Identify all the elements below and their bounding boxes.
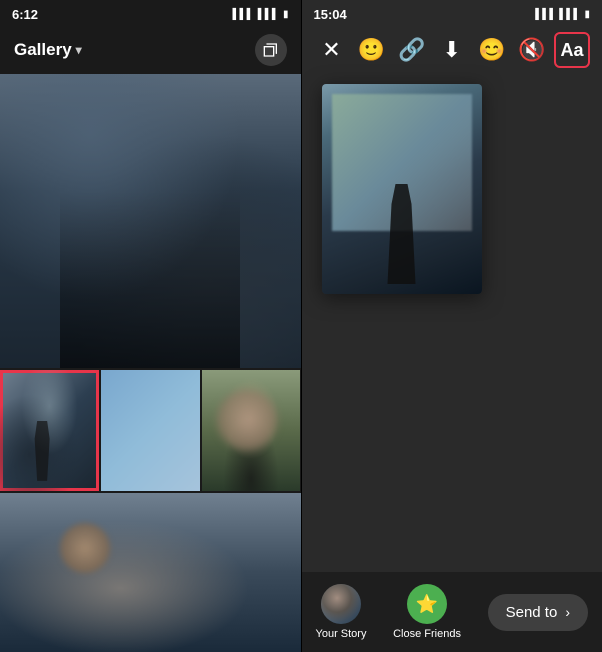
close-friends-option[interactable]: ⭐ Close Friends bbox=[393, 584, 461, 640]
emoji-sticker-button[interactable]: 🙂 bbox=[354, 32, 390, 68]
download-button[interactable]: ⬇ bbox=[434, 32, 470, 68]
gallery-title-button[interactable]: Gallery ▾ bbox=[14, 40, 82, 60]
link-icon: 🔗 bbox=[398, 37, 425, 63]
send-to-label: Send to bbox=[506, 604, 558, 621]
thumbnail-3[interactable] bbox=[202, 370, 301, 491]
your-story-avatar bbox=[321, 584, 361, 624]
right-panel: 15:04 ▌▌▌ ▌▌▌ ▮ ✕ 🙂 🔗 ⬇ 😊 🔇 Aa bbox=[302, 0, 602, 652]
photo-grid bbox=[0, 74, 301, 652]
status-time-left: 6:12 bbox=[12, 7, 38, 22]
signal-icon-1: ▌▌▌ bbox=[232, 9, 253, 20]
gallery-label: Gallery bbox=[14, 40, 72, 60]
story-canvas[interactable] bbox=[302, 74, 602, 572]
close-friends-label: Close Friends bbox=[393, 628, 461, 640]
status-icons-right: ▌▌▌ ▌▌▌ ▮ bbox=[535, 9, 590, 20]
signal-bars-right: ▌▌▌ ▌▌▌ bbox=[535, 9, 580, 20]
thumbnail-row-2 bbox=[0, 491, 301, 652]
person-silhouette bbox=[382, 184, 422, 284]
your-story-label: Your Story bbox=[316, 628, 367, 640]
status-bar-right: 15:04 ▌▌▌ ▌▌▌ ▮ bbox=[302, 0, 602, 26]
signal-icon-2: ▌▌▌ bbox=[258, 9, 279, 20]
your-story-option[interactable]: Your Story bbox=[316, 584, 367, 640]
close-icon: ✕ bbox=[322, 37, 340, 63]
gallery-header: Gallery ▾ bbox=[0, 26, 301, 74]
link-button[interactable]: 🔗 bbox=[394, 32, 430, 68]
multiple-select-button[interactable] bbox=[255, 34, 287, 66]
status-bar-left: 6:12 ▌▌▌ ▌▌▌ ▮ bbox=[0, 0, 301, 26]
thumbnail-row-1 bbox=[0, 368, 301, 491]
battery-icon: ▮ bbox=[283, 9, 289, 20]
thumbnail-1[interactable] bbox=[0, 370, 99, 491]
close-button[interactable]: ✕ bbox=[314, 32, 350, 68]
emoji-icon: 🙂 bbox=[358, 37, 385, 63]
battery-icon-right: ▮ bbox=[584, 9, 590, 20]
send-chevron-icon: › bbox=[565, 604, 570, 620]
close-friends-icon: ⭐ bbox=[407, 584, 447, 624]
text-tool-button[interactable]: Aa bbox=[554, 32, 590, 68]
thumbnail-2[interactable] bbox=[101, 370, 200, 491]
gallery-chevron: ▾ bbox=[76, 43, 82, 57]
status-time-right: 15:04 bbox=[314, 7, 347, 22]
large-photo[interactable] bbox=[0, 74, 301, 368]
text-tool-icon: Aa bbox=[560, 40, 583, 61]
story-preview-image bbox=[322, 84, 482, 294]
sticker-button[interactable]: 😊 bbox=[474, 32, 510, 68]
sticker-icon: 😊 bbox=[478, 37, 505, 63]
audio-icon: 🔇 bbox=[518, 37, 545, 63]
send-to-button[interactable]: Send to › bbox=[488, 594, 588, 631]
left-panel: 6:12 ▌▌▌ ▌▌▌ ▮ Gallery ▾ bbox=[0, 0, 301, 652]
story-toolbar: ✕ 🙂 🔗 ⬇ 😊 🔇 Aa bbox=[302, 26, 602, 74]
download-icon: ⬇ bbox=[443, 37, 461, 63]
status-icons-left: ▌▌▌ ▌▌▌ ▮ bbox=[232, 9, 288, 20]
story-bottom-bar: Your Story ⭐ Close Friends Send to › bbox=[302, 572, 602, 652]
multiple-select-icon bbox=[263, 42, 279, 58]
audio-button[interactable]: 🔇 bbox=[514, 32, 550, 68]
thumbnail-4[interactable] bbox=[0, 493, 301, 652]
